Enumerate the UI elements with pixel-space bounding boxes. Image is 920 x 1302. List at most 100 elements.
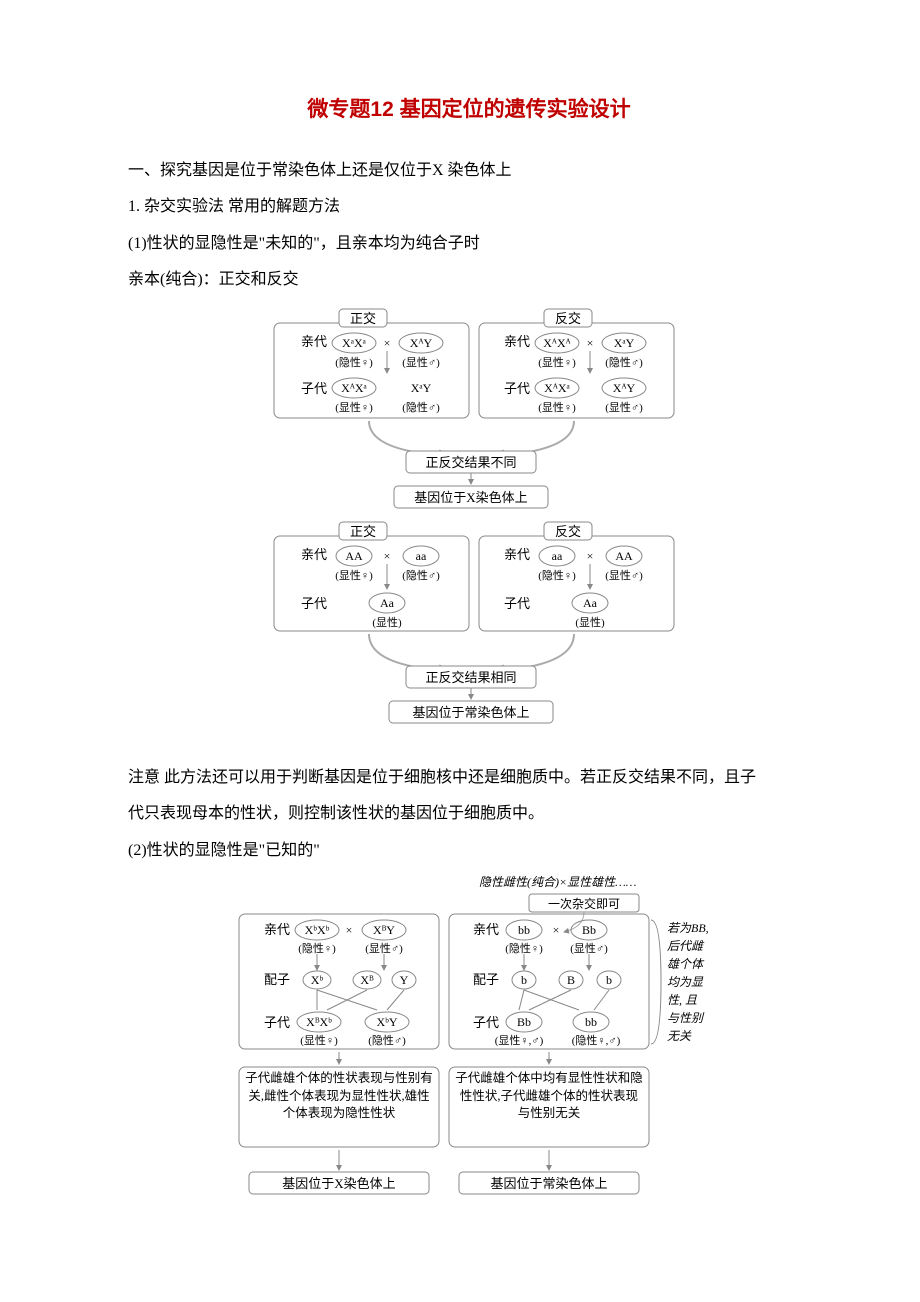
top-note-2: 一次杂交即可 bbox=[548, 896, 620, 911]
pheno: (隐性♂) bbox=[402, 568, 440, 582]
pheno: (显性♀) bbox=[335, 400, 373, 414]
geno: bb bbox=[585, 1015, 597, 1029]
conclusion-auto: 基因位于常染色体上 bbox=[490, 1176, 607, 1191]
side-note: 无关 bbox=[667, 1029, 692, 1043]
geno: XᴬXᵃ bbox=[544, 381, 570, 395]
side-note: 若为BB, bbox=[667, 921, 709, 935]
geno: XᴮY bbox=[373, 923, 395, 937]
peizi-label: 配子 bbox=[473, 972, 499, 987]
note-1: 注意 此方法还可以用于判断基因是位于细胞核中还是细胞质中。若正反交结果不同，且子 bbox=[128, 763, 810, 793]
qindai-label: 亲代 bbox=[264, 922, 290, 937]
geno: b bbox=[606, 973, 612, 987]
side-note: 雄个体 bbox=[667, 957, 705, 971]
side-note: 性, 且 bbox=[667, 993, 697, 1007]
side-note: 与性别 bbox=[667, 1011, 705, 1025]
pheno: (隐性♀) bbox=[538, 568, 576, 582]
pheno: (隐性♀) bbox=[505, 941, 543, 955]
zhengjiao-label: 正交 bbox=[350, 311, 376, 326]
pheno: (显性♂) bbox=[605, 400, 643, 414]
zidai-label: 子代 bbox=[473, 1015, 499, 1030]
zidai-label: 子代 bbox=[504, 381, 530, 396]
pheno: (显性) bbox=[575, 615, 605, 629]
qindai-label: 亲代 bbox=[504, 547, 530, 562]
explain-left: 子代雌雄个体的性状表现与性别有关,雌性个体表现为显性性状,雄性个体表现为隐性性状 bbox=[245, 1070, 433, 1123]
geno: XᴮXᵇ bbox=[306, 1015, 332, 1029]
page: 微专题12 基因定位的遗传实验设计 一、探究基因是位于常染色体上还是仅位于X 染… bbox=[0, 0, 920, 1302]
peizi-label: 配子 bbox=[264, 972, 290, 987]
geno: Xᵇ bbox=[311, 973, 324, 987]
fanjiao-label: 反交 bbox=[555, 311, 581, 326]
svg-text:×: × bbox=[346, 923, 353, 937]
pheno: (显性♀) bbox=[335, 568, 373, 582]
geno: bb bbox=[518, 923, 530, 937]
geno: XᵇXᵇ bbox=[305, 923, 330, 937]
conclusion-x: 基因位于X染色体上 bbox=[414, 490, 527, 505]
figure-1-svg: 正交 亲代 XᵃXᵃ × XᴬY (隐性♀) (显性♂) 子代 XᴬXᵃ XᵃY… bbox=[239, 301, 699, 741]
pheno: (隐性♀,♂) bbox=[572, 1033, 621, 1047]
geno: Aa bbox=[380, 596, 395, 610]
qindai-label: 亲代 bbox=[504, 334, 530, 349]
pheno: (显性♂) bbox=[402, 355, 440, 369]
geno: XᵃY bbox=[411, 381, 432, 395]
explain-right: 子代雌雄个体中均有显性性状和隐性性状,子代雌雄个体的性状表现与性别无关 bbox=[455, 1070, 643, 1123]
para-1: (1)性状的显隐性是"未知的"，且亲本均为纯合子时 bbox=[128, 229, 810, 259]
result-same: 正反交结果相同 bbox=[425, 670, 516, 685]
pheno: (显性♂) bbox=[570, 941, 608, 955]
pheno: (隐性♂) bbox=[402, 400, 440, 414]
pheno: (显性♀) bbox=[538, 355, 576, 369]
qindai-label: 亲代 bbox=[473, 922, 499, 937]
fanjiao-label: 反交 bbox=[555, 524, 581, 539]
geno: AA bbox=[345, 549, 363, 563]
conclusion-auto: 基因位于常染色体上 bbox=[412, 705, 529, 720]
svg-text:×: × bbox=[384, 549, 391, 563]
geno: Aa bbox=[583, 596, 598, 610]
geno: B bbox=[567, 973, 575, 987]
para-2: 亲本(纯合)：正交和反交 bbox=[128, 265, 810, 295]
pheno: (隐性♂) bbox=[368, 1033, 406, 1047]
figure-2: 隐性雌性(纯合)×显性雄性…… 一次杂交即可 亲代 XᵇXᵇ × XᴮY (隐性… bbox=[128, 872, 810, 1218]
geno: aa bbox=[552, 549, 563, 563]
svg-text:×: × bbox=[384, 336, 391, 350]
geno: XᵃXᵃ bbox=[342, 336, 367, 350]
svg-text:×: × bbox=[587, 336, 594, 350]
geno: XᴬXᵃ bbox=[341, 381, 367, 395]
pheno: (显性♀) bbox=[538, 400, 576, 414]
conclusion-x: 基因位于X染色体上 bbox=[282, 1176, 395, 1191]
heading-2: 1. 杂交实验法 常用的解题方法 bbox=[128, 192, 810, 222]
figure-1: 正交 亲代 XᵃXᵃ × XᴬY (隐性♀) (显性♂) 子代 XᴬXᵃ XᵃY… bbox=[128, 301, 810, 752]
pheno: (显性♂) bbox=[605, 568, 643, 582]
geno: XᴬY bbox=[410, 336, 433, 350]
page-title: 微专题12 基因定位的遗传实验设计 bbox=[128, 90, 810, 130]
pheno: (显性) bbox=[372, 615, 402, 629]
geno: AA bbox=[615, 549, 633, 563]
figure-2-svg: 隐性雌性(纯合)×显性雄性…… 一次杂交即可 亲代 XᵇXᵇ × XᴮY (隐性… bbox=[219, 872, 719, 1207]
geno: XᵇY bbox=[376, 1015, 397, 1029]
qindai-label: 亲代 bbox=[301, 334, 327, 349]
geno: b bbox=[521, 973, 527, 987]
pheno: (显性♂) bbox=[365, 941, 403, 955]
pheno: (显性♀) bbox=[300, 1033, 338, 1047]
geno: aa bbox=[416, 549, 427, 563]
zidai-label: 子代 bbox=[264, 1015, 290, 1030]
pheno: (隐性♀) bbox=[298, 941, 336, 955]
zhengjiao-label: 正交 bbox=[350, 524, 376, 539]
geno: XᴬXᴬ bbox=[543, 336, 571, 350]
result-diff: 正反交结果不同 bbox=[425, 455, 516, 470]
para-3: (2)性状的显隐性是"已知的" bbox=[128, 836, 810, 866]
geno: Bb bbox=[517, 1015, 531, 1029]
pheno: (隐性♂) bbox=[605, 355, 643, 369]
heading-1: 一、探究基因是位于常染色体上还是仅位于X 染色体上 bbox=[128, 156, 810, 186]
zidai-label: 子代 bbox=[504, 596, 530, 611]
top-note: 隐性雌性(纯合)×显性雄性…… bbox=[479, 875, 636, 889]
side-note: 均为显 bbox=[667, 975, 704, 989]
pheno: (隐性♀) bbox=[335, 355, 373, 369]
geno: Xᴮ bbox=[360, 973, 374, 987]
geno: Y bbox=[400, 973, 409, 987]
note-1b: 代只表现母本的性状，则控制该性状的基因位于细胞质中。 bbox=[128, 799, 810, 829]
svg-text:×: × bbox=[587, 549, 594, 563]
zidai-label: 子代 bbox=[301, 381, 327, 396]
svg-text:×: × bbox=[553, 923, 560, 937]
pheno: (显性♀,♂) bbox=[495, 1033, 544, 1047]
zidai-label: 子代 bbox=[301, 596, 327, 611]
geno: Bb bbox=[582, 923, 596, 937]
